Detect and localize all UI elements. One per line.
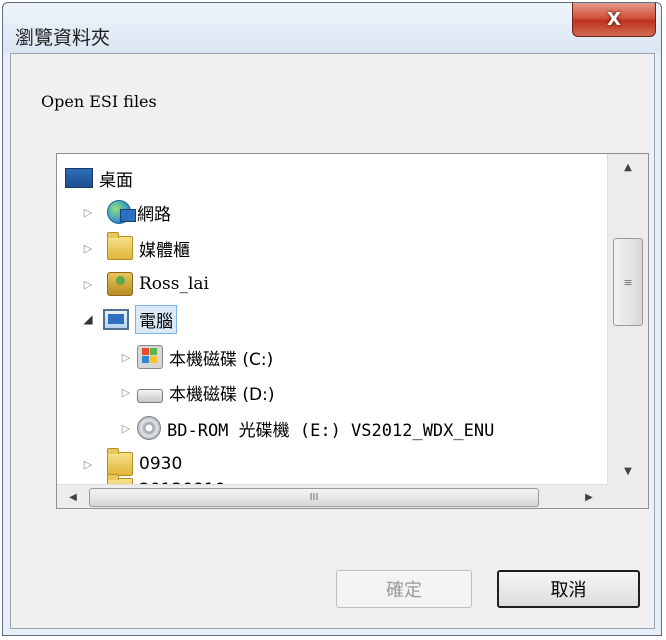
horizontal-scrollbar[interactable]: ◀ III ▶: [57, 484, 607, 508]
scroll-down-icon[interactable]: ▼: [608, 458, 648, 484]
folder-tree[interactable]: 桌面 ▷ 網路 ▷ 媒體櫃 ▷ Ross_lai ◢ 電腦 ▷ 本機磁碟 (C:…: [57, 154, 607, 484]
scroll-right-icon[interactable]: ▶: [577, 485, 601, 509]
tree-item-drive-c[interactable]: 本機磁碟 (C:): [137, 343, 273, 371]
tree-item-desktop[interactable]: 桌面: [65, 164, 133, 192]
tree-item-label: 電腦: [135, 304, 177, 334]
expand-arrow-icon[interactable]: ▷: [81, 270, 95, 298]
scroll-up-icon[interactable]: ▲: [608, 154, 648, 180]
window-title: 瀏覽資料夾: [15, 27, 111, 49]
tree-item-label: Ross_lai: [139, 274, 209, 294]
tree-item-label: 本機磁碟 (C:): [169, 349, 274, 370]
tree-item-drive-e[interactable]: BD-ROM 光碟機 (E:) VS2012_WDX_ENU: [137, 414, 494, 442]
tree-item-label: 本機磁碟 (D:): [169, 384, 275, 405]
close-button[interactable]: X: [572, 3, 656, 37]
folder-icon: [107, 448, 133, 476]
tree-item-user[interactable]: Ross_lai: [107, 270, 209, 298]
tree-item-drive-d[interactable]: 本機磁碟 (D:): [137, 378, 275, 406]
horizontal-scroll-thumb[interactable]: III: [89, 488, 539, 507]
computer-icon: [103, 308, 129, 330]
tree-item-libraries[interactable]: 媒體櫃: [107, 232, 190, 262]
expand-arrow-icon[interactable]: ▷: [81, 234, 95, 262]
expand-arrow-icon[interactable]: ▷: [81, 198, 95, 226]
tree-item-label: 0930: [139, 454, 183, 474]
tree-item-folder-20130910[interactable]: 20130910: [107, 474, 226, 484]
disc-drive-icon: [137, 416, 161, 440]
expand-arrow-icon[interactable]: ▷: [119, 378, 133, 406]
expand-arrow-icon[interactable]: ▷: [81, 476, 95, 485]
tree-item-label: 網路: [137, 204, 171, 225]
expand-arrow-icon[interactable]: ▷: [119, 414, 133, 442]
libraries-icon: [107, 232, 133, 260]
browse-folder-dialog: 瀏覽資料夾 X Open ESI files 桌面 ▷ 網路 ▷ 媒體櫃 ▷ R…: [2, 2, 662, 636]
vertical-scrollbar[interactable]: ▲ ≡ ▼: [607, 154, 648, 484]
dialog-content: Open ESI files 桌面 ▷ 網路 ▷ 媒體櫃 ▷ Ross_lai …: [10, 53, 655, 629]
expand-arrow-icon[interactable]: ▷: [81, 450, 95, 478]
user-folder-icon: [107, 272, 133, 296]
network-icon: [107, 200, 136, 224]
expand-arrow-icon[interactable]: ▷: [119, 343, 133, 371]
tree-item-label: 桌面: [99, 170, 133, 191]
tree-item-label: BD-ROM 光碟機 (E:) VS2012_WDX_ENU: [167, 420, 495, 441]
folder-tree-frame: 桌面 ▷ 網路 ▷ 媒體櫃 ▷ Ross_lai ◢ 電腦 ▷ 本機磁碟 (C:…: [56, 153, 649, 509]
scrollbar-corner: [607, 484, 648, 508]
tree-item-network[interactable]: 網路: [107, 198, 171, 226]
cancel-button[interactable]: 取消: [497, 570, 640, 608]
prompt-text: Open ESI files: [41, 92, 157, 111]
tree-item-computer[interactable]: 電腦: [103, 304, 177, 334]
vertical-scroll-thumb[interactable]: ≡: [613, 238, 643, 326]
desktop-icon: [65, 168, 93, 188]
hard-drive-icon: [137, 389, 163, 403]
system-drive-icon: [137, 345, 163, 369]
scroll-left-icon[interactable]: ◀: [61, 485, 85, 509]
title-bar[interactable]: 瀏覽資料夾 X: [3, 3, 661, 53]
tree-item-label: 媒體櫃: [139, 240, 190, 261]
ok-button[interactable]: 確定: [336, 570, 472, 608]
collapse-arrow-icon[interactable]: ◢: [81, 305, 95, 333]
